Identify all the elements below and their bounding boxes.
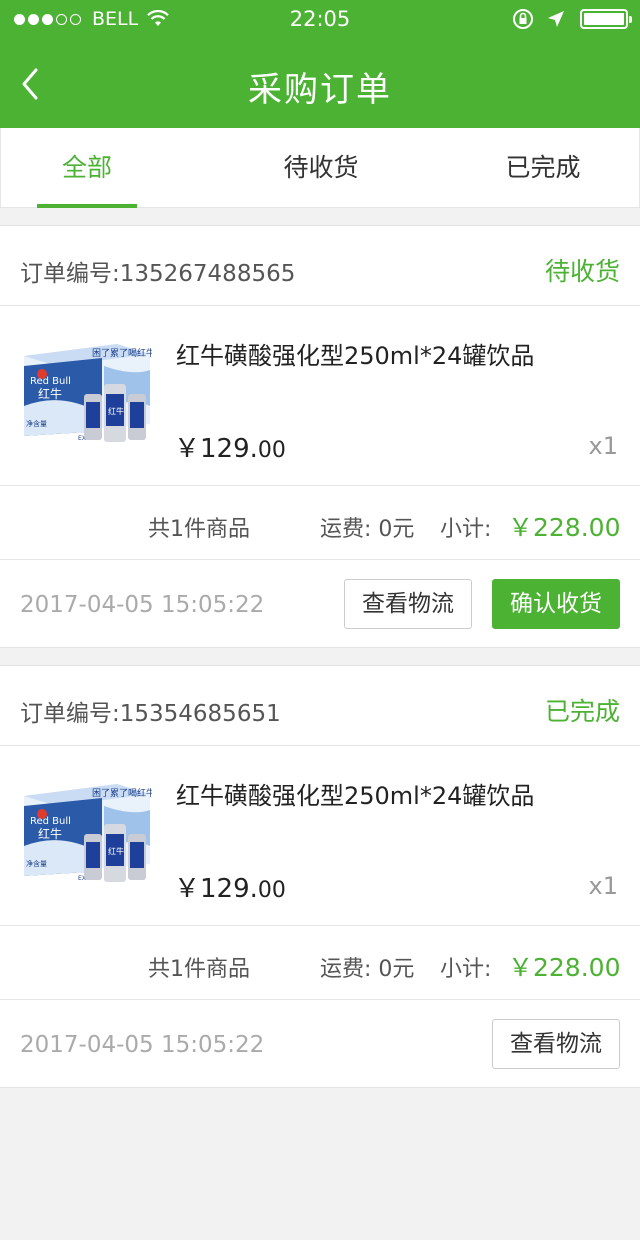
price-cents: 00	[257, 878, 286, 903]
svg-text:Red Bull: Red Bull	[30, 816, 71, 827]
product-price: ￥129.00	[174, 428, 286, 465]
order-status: 待收货	[544, 257, 620, 286]
order-status: 已完成	[544, 697, 620, 726]
battery-level	[584, 13, 624, 25]
order-number: 订单编号:15354685651	[20, 694, 281, 728]
svg-text:净含量: 净含量	[26, 859, 47, 868]
order-number: 订单编号:135267488565	[20, 254, 295, 288]
svg-text:红牛: 红牛	[38, 386, 62, 401]
product-name[interactable]: 红牛磺酸强化型250ml*24罐饮品	[176, 336, 534, 371]
page-title: 采购订单	[248, 70, 392, 110]
subtotal-label: 小计:	[440, 957, 492, 982]
subtotal-value: ￥228.00	[508, 953, 621, 982]
view-logistics-button[interactable]: 查看物流	[492, 1019, 620, 1069]
order-number-value: 15354685651	[119, 701, 281, 727]
confirm-receipt-button[interactable]: 确认收货	[492, 579, 620, 629]
divider	[0, 485, 640, 486]
price-main: ￥129.	[174, 874, 258, 904]
tab-active-indicator	[37, 204, 137, 208]
order-number-label: 订单编号:	[20, 701, 120, 727]
order-card: 订单编号:15354685651 已完成 Red Bull 红牛 困了累了喝红牛…	[0, 665, 640, 1088]
battery-icon	[580, 9, 632, 29]
tab-bar: 全部 待收货 已完成	[0, 128, 640, 208]
svg-text:红牛: 红牛	[108, 406, 124, 416]
order-datetime: 2017-04-05 15:05:22	[20, 1032, 265, 1058]
subtotal-label: 小计:	[440, 517, 492, 542]
item-count: 共1件商品	[148, 517, 250, 542]
rotation-lock-icon	[513, 9, 533, 29]
product-quantity: x1	[588, 432, 618, 460]
freight: 运费: 0元	[320, 517, 415, 542]
divider	[0, 305, 640, 306]
divider	[0, 925, 640, 926]
order-card: 订单编号:135267488565 待收货 Red Bull 红牛 困了累了喝红…	[0, 225, 640, 648]
price-cents: 00	[257, 438, 286, 463]
product-name[interactable]: 红牛磺酸强化型250ml*24罐饮品	[176, 776, 534, 811]
order-datetime: 2017-04-05 15:05:22	[20, 592, 265, 618]
svg-text:困了累了喝红牛: 困了累了喝红牛	[92, 787, 152, 799]
svg-text:红牛: 红牛	[38, 826, 62, 841]
header: BELL 22:05 采购订单	[0, 0, 640, 128]
product-quantity: x1	[588, 872, 618, 900]
product-price: ￥129.00	[174, 868, 286, 905]
tab-completed[interactable]: 已完成	[483, 128, 603, 208]
svg-text:Red Bull: Red Bull	[30, 376, 71, 387]
subtotal-value: ￥228.00	[508, 513, 621, 542]
status-right	[512, 8, 632, 30]
freight: 运费: 0元	[320, 957, 415, 982]
price-main: ￥129.	[174, 434, 258, 464]
svg-text:困了累了喝红牛: 困了累了喝红牛	[92, 347, 152, 359]
divider	[0, 745, 640, 746]
product-thumbnail[interactable]: Red Bull 红牛 困了累了喝红牛 净含量 EXTRA 红牛	[22, 776, 152, 886]
order-number-label: 订单编号:	[20, 261, 120, 287]
tab-all[interactable]: 全部	[37, 128, 137, 208]
location-arrow-icon	[548, 11, 564, 27]
divider	[0, 559, 640, 560]
tab-pending-receipt[interactable]: 待收货	[261, 128, 381, 208]
svg-text:红牛: 红牛	[108, 846, 124, 856]
svg-text:净含量: 净含量	[26, 419, 47, 428]
item-count: 共1件商品	[148, 957, 250, 982]
view-logistics-button[interactable]: 查看物流	[344, 579, 472, 629]
status-bar: BELL 22:05	[0, 0, 640, 40]
divider	[0, 999, 640, 1000]
product-thumbnail[interactable]: Red Bull 红牛 困了累了喝红牛 净含量 EXTRA 红牛	[22, 336, 152, 446]
order-number-value: 135267488565	[119, 261, 296, 287]
